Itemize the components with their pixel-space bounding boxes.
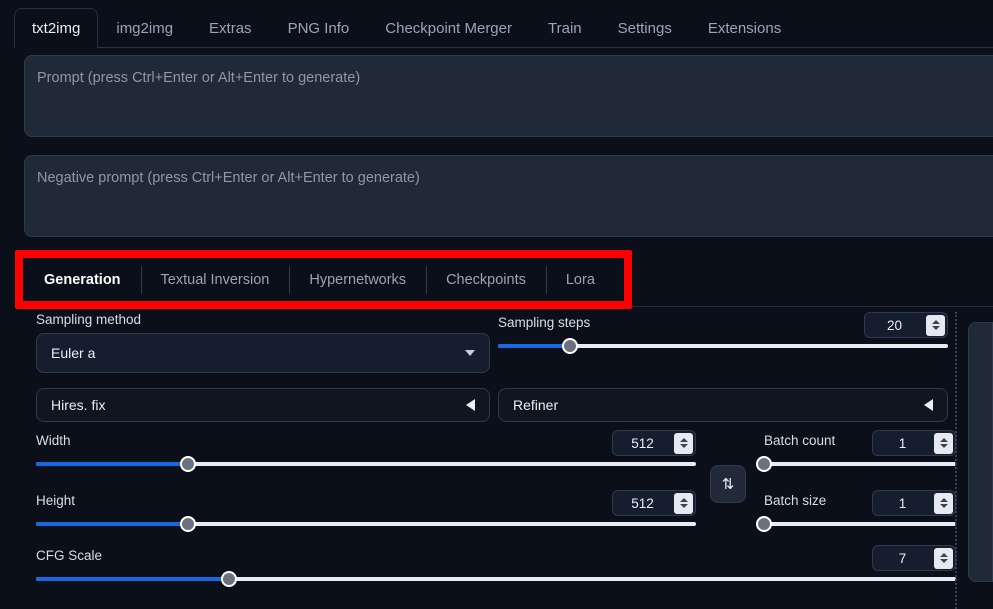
top-tabs-container: txt2img img2img Extras PNG Info Checkpoint M…	[14, 8, 799, 49]
app-root: txt2img img2img Extras PNG Info Checkpoint M…	[0, 0, 993, 609]
inner-tab-bar-divider	[24, 306, 993, 307]
generation-panel: Sampling method Euler a Sampling steps 2…	[24, 312, 956, 609]
slider-thumb[interactable]	[179, 516, 196, 532]
sampling-steps-value: 20	[886, 317, 903, 333]
top-tab-txt2img[interactable]: txt2img	[14, 8, 99, 49]
cfg-scale-stepper[interactable]: 7	[872, 545, 956, 571]
batch-count-slider[interactable]	[756, 456, 956, 472]
width-spinner-icon[interactable]	[674, 432, 693, 454]
cfg-scale-group: CFG Scale 7	[36, 545, 956, 587]
slider-thumb[interactable]	[221, 571, 238, 587]
top-tab-bar-divider	[14, 47, 993, 48]
sampling-steps-stepper[interactable]: 20	[864, 312, 948, 338]
generation-tabs-container: Generation Textual Inversion Hypernetworks…	[24, 258, 993, 302]
height-slider[interactable]	[36, 516, 696, 532]
height-group: Height 512	[36, 490, 696, 532]
height-spinner-icon[interactable]	[674, 492, 693, 514]
height-value: 512	[631, 495, 654, 511]
slider-fill	[498, 344, 570, 348]
batch-count-stepper[interactable]: 1	[872, 430, 956, 456]
height-label: Height	[36, 492, 76, 508]
slider-thumb[interactable]	[179, 456, 196, 472]
slider-fill	[36, 577, 230, 581]
top-tab-checkpoint-merger[interactable]: Checkpoint Merger	[367, 8, 530, 48]
width-value: 512	[631, 435, 654, 451]
swap-vertical-icon: ⇅	[721, 476, 735, 493]
batch-count-value: 1	[898, 435, 907, 451]
refiner-label: Refiner	[513, 397, 559, 413]
width-slider[interactable]	[36, 456, 696, 472]
top-tab-img2img[interactable]: img2img	[98, 8, 191, 48]
top-tab-settings[interactable]: Settings	[600, 8, 690, 48]
negative-prompt-input[interactable]: Negative prompt (press Ctrl+Enter or Alt…	[24, 155, 993, 237]
batch-size-group: Batch size 1	[756, 490, 956, 532]
batch-count-label: Batch count	[764, 432, 836, 448]
hires-fix-accordion[interactable]: Hires. fix	[36, 388, 490, 422]
top-tab-bar: txt2img img2img Extras PNG Info Checkpoint M…	[0, 0, 993, 49]
generation-tab-hypernetworks[interactable]: Hypernetworks	[289, 258, 426, 302]
width-stepper[interactable]: 512	[612, 430, 696, 456]
width-group: Width 512	[36, 430, 696, 472]
batch-size-slider[interactable]	[756, 516, 956, 532]
prompt-input[interactable]: Prompt (press Ctrl+Enter or Alt+Enter to…	[24, 55, 993, 137]
generation-tab-lora[interactable]: Lora	[545, 258, 615, 302]
top-tab-extras[interactable]: Extras	[191, 8, 270, 48]
slider-thumb[interactable]	[756, 516, 772, 532]
batch-size-label: Batch size	[764, 492, 827, 508]
slider-fill	[36, 522, 188, 526]
sampling-steps-label: Sampling steps	[498, 314, 591, 330]
generation-tab-textual-inversion[interactable]: Textual Inversion	[140, 258, 290, 302]
sampling-steps-slider[interactable]	[498, 338, 948, 354]
sampling-steps-group: Sampling steps 20	[498, 312, 948, 354]
sampling-steps-spinner-icon[interactable]	[926, 314, 945, 336]
swap-dimensions-button[interactable]: ⇅	[710, 465, 746, 503]
slider-thumb[interactable]	[562, 338, 578, 354]
chevron-down-icon	[465, 350, 475, 356]
top-tab-png-info[interactable]: PNG Info	[270, 8, 368, 48]
triangle-left-icon	[924, 399, 933, 411]
slider-fill	[36, 462, 188, 466]
hires-fix-label: Hires. fix	[51, 397, 106, 413]
slider-track	[764, 462, 956, 466]
sampling-method-label: Sampling method	[36, 312, 142, 327]
width-label: Width	[36, 432, 71, 448]
cfg-scale-slider[interactable]	[36, 571, 956, 587]
panel-resize-handle[interactable]	[955, 312, 957, 609]
sampling-method-dropdown[interactable]: Euler a	[36, 333, 490, 373]
batch-size-stepper[interactable]: 1	[872, 490, 956, 516]
output-preview-panel	[968, 322, 993, 582]
batch-count-group: Batch count 1	[756, 430, 956, 472]
sampling-method-value: Euler a	[51, 345, 96, 361]
cfg-scale-spinner-icon[interactable]	[934, 547, 953, 569]
top-tab-extensions[interactable]: Extensions	[690, 8, 799, 48]
top-tab-train[interactable]: Train	[530, 8, 600, 48]
batch-size-spinner-icon[interactable]	[934, 492, 953, 514]
slider-thumb[interactable]	[756, 456, 772, 472]
generation-tab-generation[interactable]: Generation	[24, 258, 141, 302]
batch-count-spinner-icon[interactable]	[934, 432, 953, 454]
refiner-accordion[interactable]: Refiner	[498, 388, 948, 422]
batch-size-value: 1	[898, 495, 907, 511]
cfg-scale-label: CFG Scale	[36, 547, 103, 563]
height-stepper[interactable]: 512	[612, 490, 696, 516]
cfg-scale-value: 7	[898, 550, 907, 566]
triangle-left-icon	[466, 399, 475, 411]
slider-track	[764, 522, 956, 526]
generation-tab-checkpoints[interactable]: Checkpoints	[426, 258, 546, 302]
sampling-method-group: Sampling method Euler a	[36, 312, 490, 373]
